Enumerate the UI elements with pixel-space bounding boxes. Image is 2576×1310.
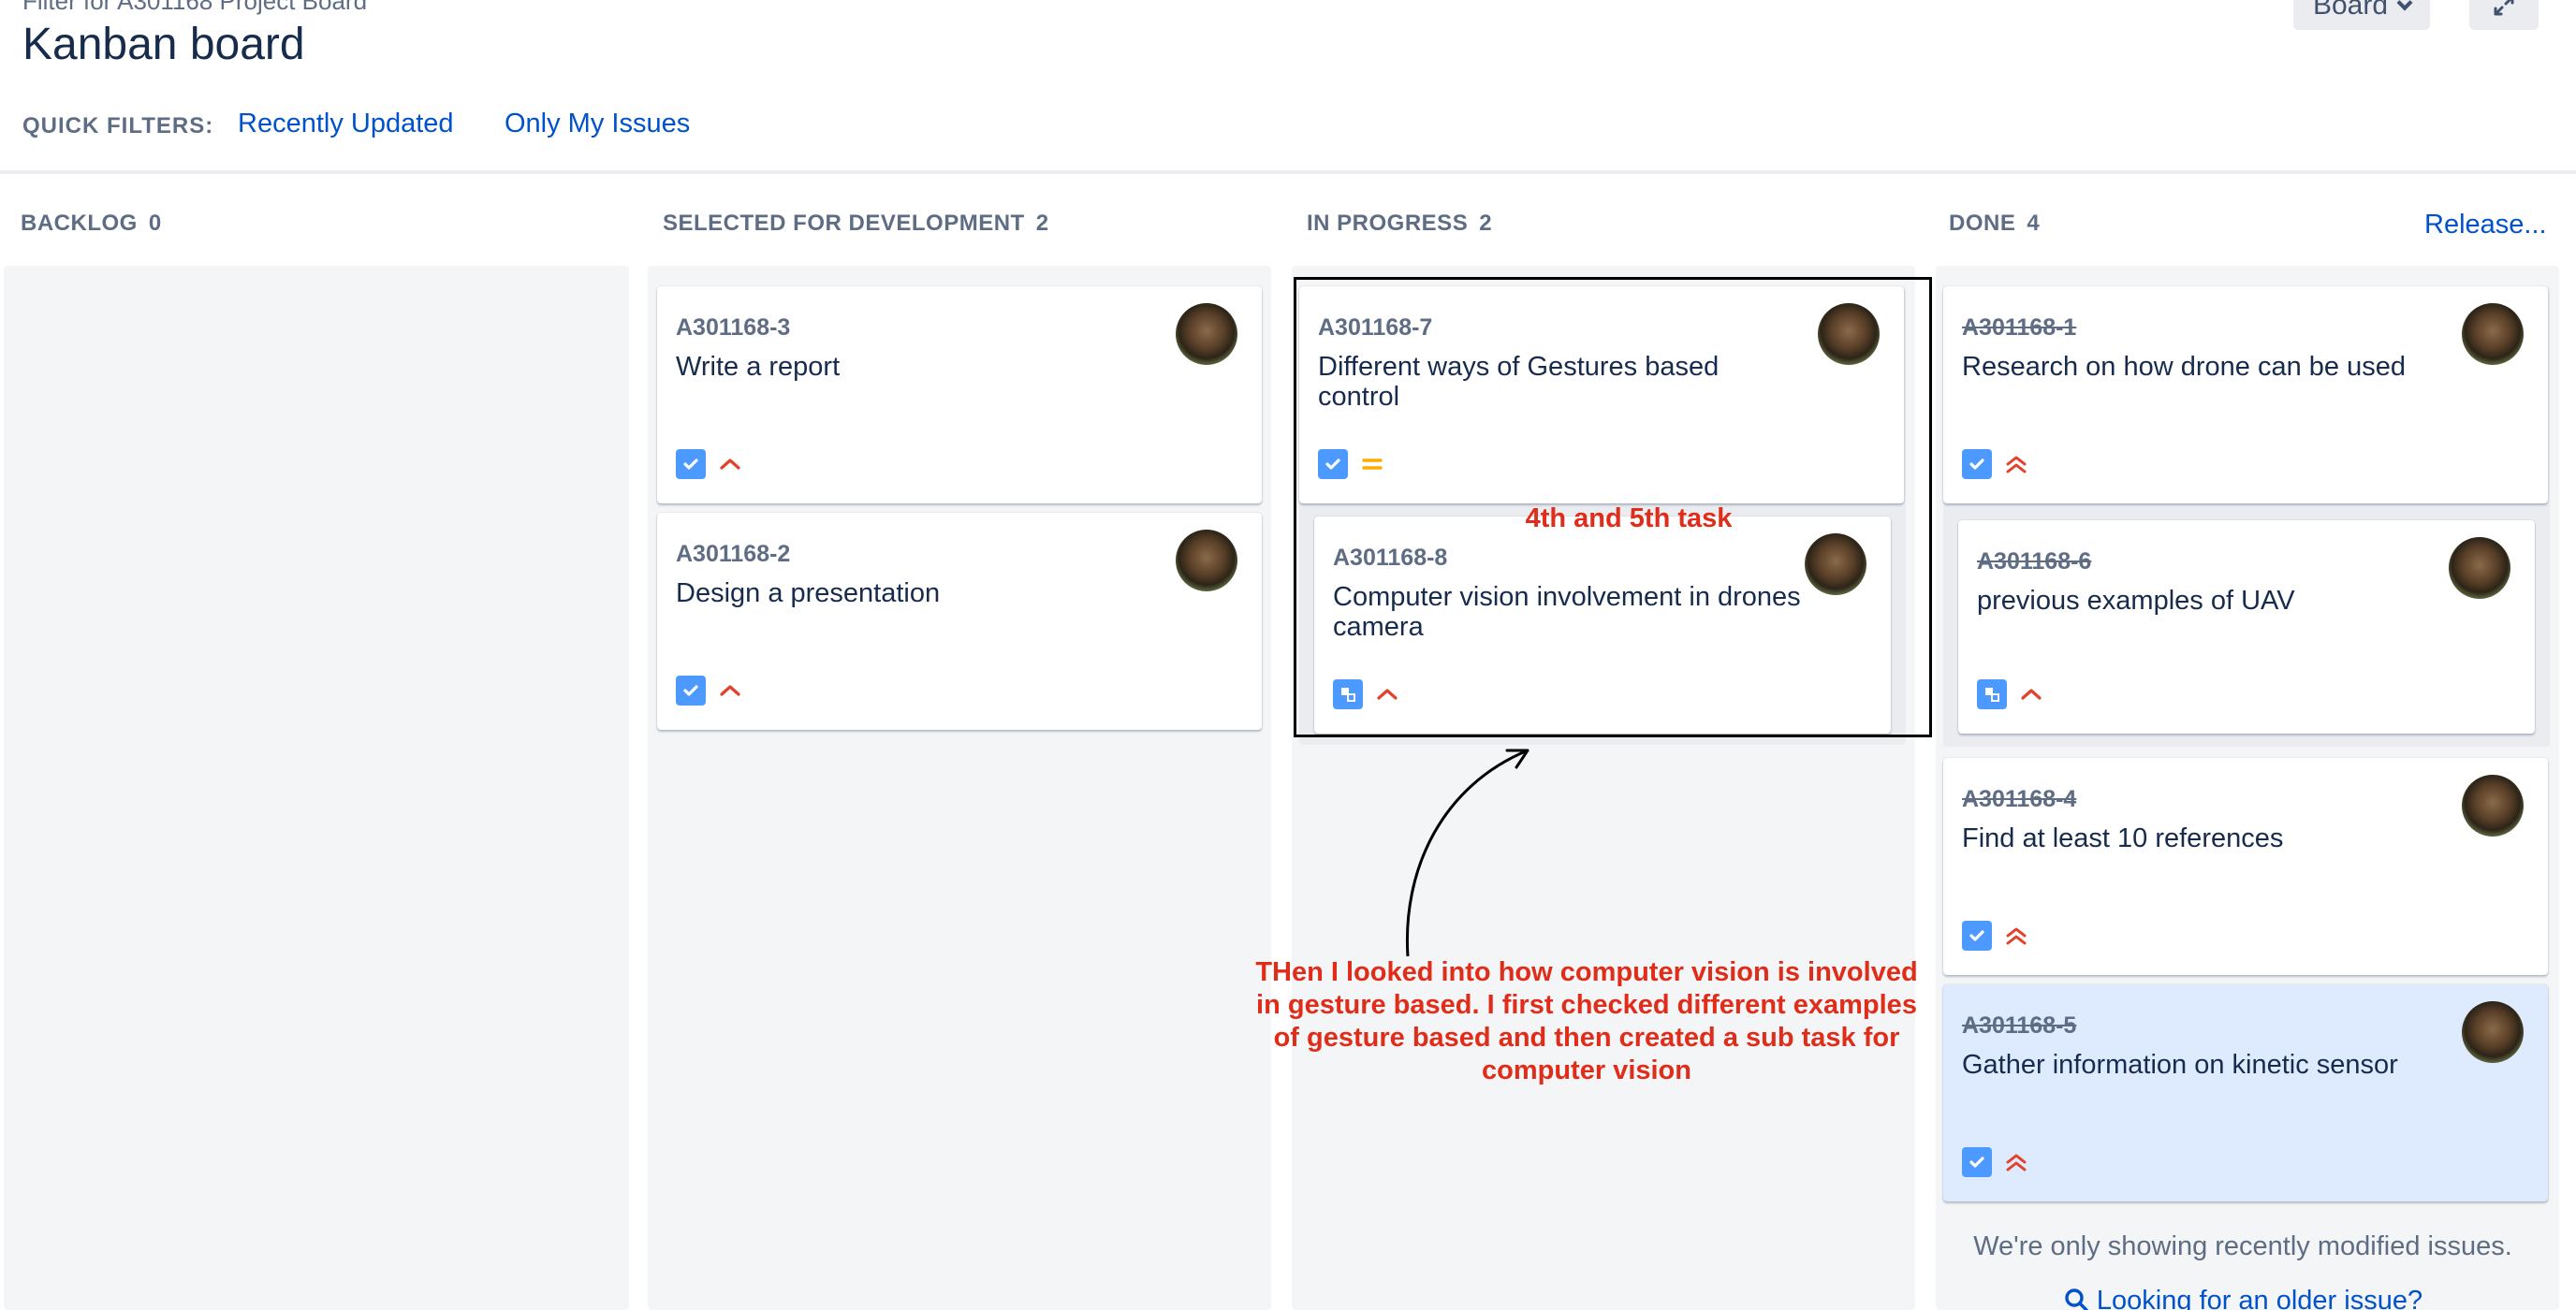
- board-button-label: Board: [2312, 0, 2389, 21]
- column-name: SELECTED FOR DEVELOPMENT: [663, 211, 1025, 236]
- breadcrumb[interactable]: Filter for A301168 Project Board: [22, 0, 367, 16]
- subtask-card[interactable]: A301168-6 previous examples of UAV: [1958, 520, 2535, 734]
- priority-high-icon: [720, 458, 740, 470]
- recent-issues-info: We're only showing recently modified iss…: [1973, 1231, 2512, 1261]
- issue-key[interactable]: A301168-6: [1977, 548, 2091, 575]
- column-backlog: [4, 266, 629, 1310]
- column-header-backlog: BACKLOG 0: [21, 211, 162, 237]
- issue-key[interactable]: A301168-2: [676, 541, 790, 568]
- page-title: Kanban board: [22, 20, 305, 69]
- column-name: DONE: [1949, 211, 2016, 236]
- task-type-icon: [676, 449, 706, 479]
- annotation-label-tasks: 4th and 5th task: [1525, 503, 1733, 533]
- issue-card[interactable]: A301168-5 Gather information on kinetic …: [1943, 984, 2548, 1201]
- issue-key[interactable]: A301168-3: [676, 314, 790, 342]
- issue-summary: Gather information on kinetic sensor: [1962, 1050, 2398, 1080]
- board-dropdown-button[interactable]: Board: [2293, 0, 2430, 30]
- issue-summary: Find at least 10 references: [1962, 823, 2284, 853]
- issue-key[interactable]: A301168-5: [1962, 1012, 2076, 1040]
- assignee-avatar[interactable]: [2462, 303, 2524, 365]
- expand-button[interactable]: [2469, 0, 2539, 30]
- chevron-down-icon: [2396, 0, 2413, 11]
- release-link[interactable]: Release...: [2424, 210, 2547, 240]
- column-header-done: DONE 4: [1949, 211, 2040, 237]
- column-name: BACKLOG: [21, 211, 138, 236]
- column-header-in-progress: IN PROGRESS 2: [1307, 211, 1492, 237]
- issue-key[interactable]: A301168-1: [1962, 314, 2076, 342]
- priority-highest-icon: [2006, 927, 2027, 945]
- task-type-icon: [1962, 1147, 1992, 1177]
- issue-summary: Design a presentation: [676, 578, 941, 608]
- expand-icon: [2494, 0, 2514, 16]
- task-type-icon: [1962, 921, 1992, 951]
- column-count: 0: [148, 211, 162, 236]
- priority-high-icon: [2021, 689, 2042, 700]
- issue-card[interactable]: A301168-4 Find at least 10 references: [1943, 758, 2548, 975]
- column-header-selected-for-development: SELECTED FOR DEVELOPMENT 2: [663, 211, 1049, 237]
- column-count: 2: [1479, 211, 1493, 236]
- older-issue-link-label: Looking for an older issue?: [2096, 1286, 2423, 1310]
- quick-filter-recently-updated[interactable]: Recently Updated: [238, 109, 454, 139]
- search-icon: [2065, 1288, 2088, 1310]
- quick-filters-label: QUICK FILTERS:: [22, 113, 214, 138]
- assignee-avatar[interactable]: [1176, 303, 1237, 365]
- priority-high-icon: [720, 685, 740, 696]
- header-divider: [0, 170, 2576, 174]
- assignee-avatar[interactable]: [2462, 775, 2524, 837]
- issue-summary: Research on how drone can be used: [1962, 352, 2406, 382]
- issue-summary: previous examples of UAV: [1977, 586, 2295, 616]
- column-count: 4: [2027, 211, 2041, 236]
- issue-summary: Write a report: [676, 352, 841, 382]
- priority-highest-icon: [2006, 456, 2027, 473]
- column-name: IN PROGRESS: [1307, 211, 1469, 236]
- column-count: 2: [1035, 211, 1049, 236]
- issue-card[interactable]: A301168-3 Write a report: [657, 286, 1262, 503]
- task-type-icon: [1962, 449, 1992, 479]
- older-issue-link[interactable]: Looking for an older issue?: [1936, 1286, 2550, 1310]
- issue-card[interactable]: A301168-2 Design a presentation: [657, 513, 1262, 730]
- subtask-type-icon: [1977, 679, 2007, 709]
- priority-highest-icon: [2006, 1154, 2027, 1172]
- quick-filter-only-my-issues[interactable]: Only My Issues: [505, 109, 690, 139]
- task-type-icon: [676, 676, 706, 706]
- annotation-arrow: [1405, 749, 1530, 957]
- assignee-avatar[interactable]: [1176, 530, 1237, 591]
- assignee-avatar[interactable]: [2462, 1001, 2524, 1063]
- assignee-avatar[interactable]: [2449, 537, 2510, 599]
- issue-key[interactable]: A301168-4: [1962, 786, 2076, 813]
- annotation-explanation: THen I looked into how computer vision i…: [1255, 957, 1918, 1085]
- issue-card[interactable]: A301168-1 Research on how drone can be u…: [1943, 286, 2548, 503]
